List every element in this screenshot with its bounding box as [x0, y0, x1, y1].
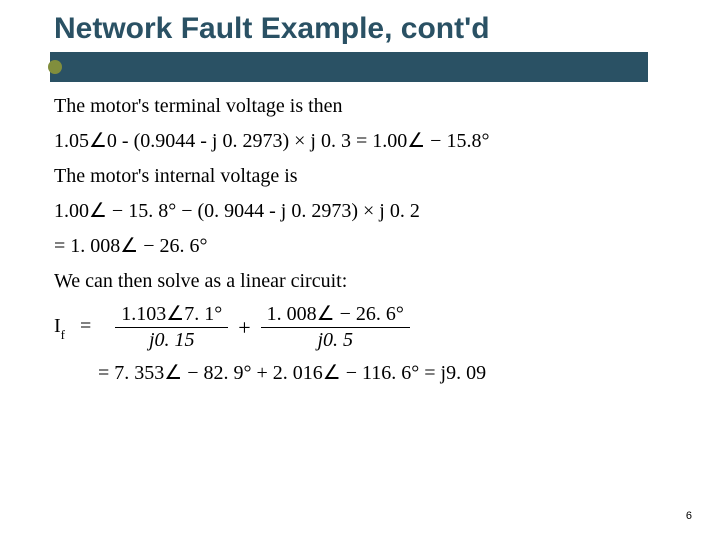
eq1-text: 1.05∠0 - (0.9044 - j 0. 2973) × j 0. 3 =…	[54, 130, 489, 152]
fraction-1-den: j0. 15	[143, 328, 201, 353]
fraction-2-num: 1. 008∠ − 26. 6°	[261, 302, 410, 327]
fraction-1-num: 1.103∠7. 1°	[115, 302, 228, 327]
equation-3b: = 7. 353∠ − 82. 9° + 2. 016∠ − 116. 6° =…	[54, 359, 660, 388]
equation-1: 1.05∠0 - (0.9044 - j 0. 2973) × j 0. 3 =…	[54, 127, 660, 156]
fraction-1: 1.103∠7. 1° j0. 15	[115, 302, 228, 353]
plus-icon: +	[238, 312, 250, 344]
bullet-icon	[48, 60, 62, 74]
text-line-3: We can then solve as a linear circuit:	[54, 267, 660, 296]
fraction-2-den: j0. 5	[311, 328, 359, 353]
if-subscript: f	[61, 327, 65, 342]
page-number: 6	[686, 510, 692, 522]
accent-bar	[50, 52, 648, 82]
fraction-2: 1. 008∠ − 26. 6° j0. 5	[261, 302, 410, 353]
equation-2a: 1.00∠ − 15. 8° − (0. 9044 - j 0. 2973) ×…	[54, 197, 660, 226]
if-label: I	[54, 315, 61, 337]
equation-2b: = 1. 008∠ − 26. 6°	[54, 232, 660, 261]
equation-3a: If = 1.103∠7. 1° j0. 15 + 1. 008∠ − 26. …	[54, 302, 660, 353]
text-line-1: The motor's terminal voltage is then	[54, 92, 660, 121]
text-line-2: The motor's internal voltage is	[54, 162, 660, 191]
eq3b-text: = 7. 353∠ − 82. 9° + 2. 016∠ − 116. 6° =…	[98, 362, 486, 384]
content-area: The motor's terminal voltage is then 1.0…	[54, 92, 660, 394]
eq2a-text: 1.00∠ − 15. 8° − (0. 9044 - j 0. 2973) ×…	[54, 200, 420, 222]
eq2b-text: = 1. 008∠ − 26. 6°	[54, 235, 208, 257]
if-symbol: If =	[54, 312, 91, 343]
slide: Network Fault Example, cont'd The motor'…	[0, 0, 720, 540]
slide-title: Network Fault Example, cont'd	[54, 12, 700, 46]
